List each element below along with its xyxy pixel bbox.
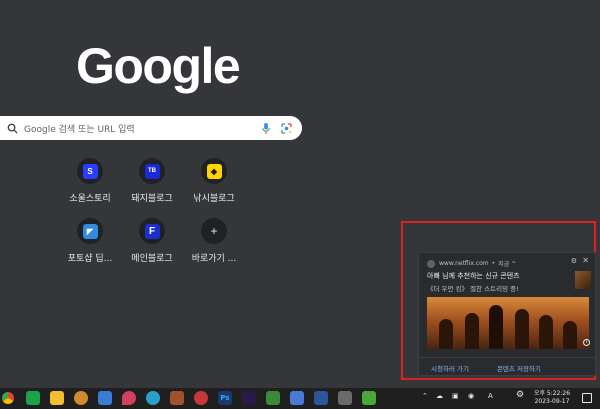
- gear-icon[interactable]: ⚙: [571, 257, 577, 265]
- tray-app-icon[interactable]: ▣: [452, 392, 459, 400]
- taskbar-clock[interactable]: 오후 5:22:26 2023-09-17: [531, 390, 573, 406]
- taskbar: Ps ⌃ ☁ ▣ ◉ A ⚙ 오후 5:22:26 2023-09-17: [0, 388, 600, 409]
- photoshop-icon[interactable]: Ps: [218, 391, 232, 405]
- folder-icon[interactable]: [50, 391, 64, 405]
- shortcut-label: 소울스토리: [69, 194, 111, 204]
- image-figure: [439, 319, 453, 349]
- photos-icon[interactable]: [98, 391, 112, 405]
- image-figure: [465, 313, 479, 349]
- notification-image: [427, 297, 589, 349]
- search-box[interactable]: Google 검색 또는 URL 입력: [0, 116, 302, 140]
- shortcut-favicon-icon: ◆: [206, 163, 222, 179]
- ime-icon[interactable]: A: [488, 392, 493, 400]
- premiere-icon[interactable]: [242, 391, 256, 405]
- chrome-icon[interactable]: [2, 392, 14, 404]
- media-icon[interactable]: [74, 391, 88, 405]
- notification-actions: 시청하러 가기 콘텐츠 저장하기: [419, 357, 595, 377]
- plus-icon: +: [210, 224, 218, 238]
- green-app-icon[interactable]: [26, 391, 40, 405]
- shortcut-tile: +: [201, 218, 227, 244]
- notification-thumbnail: [575, 271, 591, 289]
- image-figure: [515, 309, 529, 349]
- shortcut-favicon-icon: ◤: [82, 223, 98, 239]
- notification-title: 아빠 님께 추천하는 신규 콘텐츠: [427, 272, 520, 280]
- drive-icon[interactable]: [266, 391, 280, 405]
- record-icon[interactable]: [194, 391, 208, 405]
- shortcut-label: 돼지블로그: [131, 194, 173, 204]
- image-figure: [489, 305, 503, 349]
- add-shortcut-button[interactable]: + 바로가기 ...: [176, 216, 252, 272]
- w-app-icon[interactable]: [170, 391, 184, 405]
- vpn-icon[interactable]: [362, 391, 376, 405]
- shortcut-favicon-icon: F: [144, 223, 160, 239]
- search-icon: [0, 123, 24, 134]
- notification-time[interactable]: 지금 ^: [498, 259, 516, 268]
- notification-center-icon[interactable]: [582, 393, 592, 403]
- info-icon[interactable]: i: [583, 339, 590, 346]
- save-content-button[interactable]: 콘텐츠 저장하기: [497, 363, 541, 373]
- shortcut-label: 낚시블로그: [193, 194, 235, 204]
- notification-site: www.netflix.com: [439, 260, 489, 267]
- settings-icon[interactable]: ⚙: [516, 390, 524, 400]
- shortcut-label: 메인블로그: [131, 254, 173, 264]
- shortcut-label: 포토샵 딥...: [67, 254, 113, 264]
- shortcut-label: 바로가기 ...: [191, 254, 237, 264]
- drop-icon[interactable]: [122, 391, 136, 405]
- notification-body: 《더 우먼 킹》 절찬 스트리밍 중!: [427, 285, 519, 293]
- clock-date: 2023-09-17: [534, 398, 570, 405]
- shortcut-tile: ◆: [201, 158, 227, 184]
- notification-header: www.netflix.com • 지금 ^: [427, 259, 516, 268]
- shortcut-favicon-icon: TB: [144, 163, 160, 179]
- search-input[interactable]: Google 검색 또는 URL 입력: [24, 122, 256, 135]
- header-separator: •: [491, 260, 496, 267]
- watch-now-button[interactable]: 시청하러 가기: [431, 363, 469, 373]
- network-icon[interactable]: ◉: [468, 392, 474, 400]
- shortcut-tile: ◤: [77, 218, 103, 244]
- site-favicon-icon: [427, 259, 435, 268]
- shortcut-tile: F: [139, 218, 165, 244]
- google-logo: Google: [76, 38, 241, 94]
- shortcut-tile: S: [77, 158, 103, 184]
- google-lens-icon[interactable]: [276, 116, 296, 140]
- edge-icon[interactable]: [146, 391, 160, 405]
- shortcut-fishing-blog[interactable]: ◆ 낚시블로그: [176, 156, 252, 212]
- shortcut-favicon-icon: S: [82, 163, 98, 179]
- video-icon[interactable]: [338, 391, 352, 405]
- clock-time: 오후 5:22:26: [533, 390, 571, 397]
- microphone-icon[interactable]: [256, 116, 276, 140]
- shortcut-tile: TB: [139, 158, 165, 184]
- netflix-notification[interactable]: www.netflix.com • 지금 ^ ⚙ ✕ 아빠 님께 추천하는 신규…: [418, 252, 596, 376]
- notes-icon[interactable]: [290, 391, 304, 405]
- chevron-up-icon[interactable]: ⌃: [422, 392, 428, 400]
- image-figure: [563, 321, 577, 349]
- cloud-icon[interactable]: ☁: [436, 392, 443, 400]
- close-icon[interactable]: ✕: [582, 256, 589, 265]
- image-figure: [539, 315, 553, 349]
- word-icon[interactable]: [314, 391, 328, 405]
